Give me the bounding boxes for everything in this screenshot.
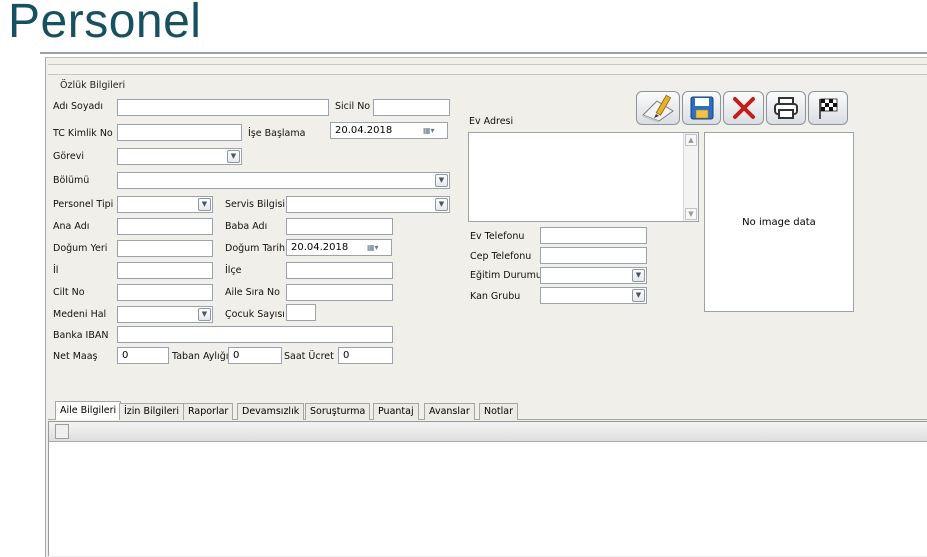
gorevi-select[interactable]: ▼ [117, 148, 242, 165]
taban-ayligi-input[interactable]: 0 [228, 347, 282, 364]
dogum-tarihi-value: 20.04.2018 [291, 242, 349, 253]
medeni-hal-label: Medeni Hal [53, 309, 107, 320]
cep-telefonu-input[interactable] [540, 247, 647, 264]
page-title: Personel [8, 0, 202, 48]
grid-header [49, 422, 927, 442]
tc-kimlik-no-label: TC Kimlik No [53, 128, 113, 139]
il-input[interactable] [117, 262, 213, 279]
il-label: İl [53, 265, 59, 276]
calendar-dropdown-icon[interactable]: ▦▾ [367, 242, 389, 254]
scroll-up-icon[interactable]: ▲ [685, 134, 697, 146]
scroll-down-icon[interactable]: ▼ [685, 208, 697, 220]
banka-iban-label: Banka IBAN [53, 330, 109, 341]
cocuk-sayisi-label: Çocuk Sayısı [225, 309, 285, 320]
vertical-scrollbar[interactable]: ▲ ▼ [683, 133, 698, 221]
tab-devamsizlik[interactable]: Devamsızlık [237, 403, 305, 420]
ise-baslama-date-input[interactable]: 20.04.2018 ▦▾ [330, 122, 448, 139]
ev-adresi-label: Ev Adresi [469, 116, 514, 127]
finish-button[interactable] [808, 91, 848, 125]
baba-adi-input[interactable] [286, 218, 393, 235]
dogum-tarihi-date-input[interactable]: 20.04.2018 ▦▾ [286, 239, 392, 256]
ev-telefonu-input[interactable] [540, 227, 647, 244]
gorevi-label: Görevi [53, 151, 84, 162]
egitim-durumu-select[interactable]: ▼ [540, 267, 647, 284]
bolumu-label: Bölümü [53, 175, 90, 186]
ev-adresi-textarea[interactable]: ▲ ▼ [468, 132, 699, 222]
delete-icon [732, 97, 755, 119]
chevron-down-icon[interactable]: ▼ [632, 269, 645, 282]
edit-button[interactable] [636, 91, 680, 125]
calendar-dropdown-icon[interactable]: ▦▾ [423, 125, 445, 137]
kan-grubu-label: Kan Grubu [470, 291, 521, 302]
no-image-text: No image data [742, 216, 816, 228]
ilce-label: İlçe [225, 265, 242, 276]
print-icon [774, 97, 798, 119]
finish-flag-icon [819, 98, 838, 119]
tab-raporlar[interactable]: Raporlar [183, 403, 234, 420]
tab-aile-bilgileri[interactable]: Aile Bilgileri [55, 401, 122, 420]
ana-adi-label: Ana Adı [53, 221, 90, 232]
delete-button[interactable] [723, 91, 764, 125]
section-label: Özlük Bilgileri [60, 80, 126, 91]
tab-avanslar[interactable]: Avanslar [424, 403, 475, 420]
dogum-tarihi-label: Doğum Tarihi [225, 243, 288, 254]
saat-ucret-label: Saat Ücret [284, 351, 334, 362]
servis-bilgisi-select[interactable]: ▼ [286, 196, 450, 213]
chevron-down-icon[interactable]: ▼ [198, 308, 211, 321]
cilt-no-label: Cilt No [53, 287, 85, 298]
saat-ucret-input[interactable]: 0 [338, 347, 393, 364]
cilt-no-input[interactable] [117, 284, 213, 301]
sicil-no-input[interactable] [373, 99, 450, 116]
banka-iban-input[interactable] [117, 326, 393, 343]
egitim-durumu-label: Eğitim Durumu [470, 270, 542, 281]
personel-tipi-select[interactable]: ▼ [117, 196, 213, 213]
bolumu-select[interactable]: ▼ [117, 172, 450, 189]
dogum-yeri-input[interactable] [117, 240, 213, 257]
tab-puantaj[interactable]: Puantaj [373, 403, 419, 420]
net-maas-input[interactable]: 0 [117, 347, 169, 364]
chevron-down-icon[interactable]: ▼ [198, 198, 211, 211]
baba-adi-label: Baba Adı [225, 221, 268, 232]
title-divider [40, 52, 927, 54]
ana-adi-input[interactable] [117, 218, 213, 235]
ilce-input[interactable] [286, 262, 393, 279]
photo-box[interactable]: No image data [704, 132, 854, 312]
cocuk-sayisi-input[interactable] [286, 304, 316, 321]
chevron-down-icon[interactable]: ▼ [435, 174, 448, 187]
taban-ayligi-label: Taban Aylığı [172, 351, 229, 362]
sicil-no-label: Sicil No [335, 101, 371, 112]
kan-grubu-select[interactable]: ▼ [540, 287, 647, 304]
chevron-down-icon[interactable]: ▼ [435, 198, 448, 211]
aile-sira-no-input[interactable] [286, 284, 393, 301]
chevron-down-icon[interactable]: ▼ [632, 289, 645, 302]
ise-baslama-value: 20.04.2018 [335, 125, 393, 136]
grid-row-indicator[interactable] [55, 424, 69, 439]
top-strip [48, 64, 927, 75]
save-icon [690, 96, 713, 120]
aile-sira-no-label: Aile Sıra No [225, 287, 280, 298]
adi-soyadi-input[interactable] [117, 99, 329, 116]
dogum-yeri-label: Doğum Yeri [53, 243, 108, 254]
aile-bilgileri-grid[interactable] [48, 421, 927, 556]
ise-baslama-label: İşe Başlama [248, 128, 306, 139]
adi-soyadi-label: Adı Soyadı [53, 101, 103, 112]
personel-tipi-label: Personel Tipi [53, 199, 114, 210]
tab-izin-bilgileri[interactable]: İzin Bilgileri [119, 403, 184, 420]
tab-notlar[interactable]: Notlar [479, 403, 519, 420]
net-maas-label: Net Maaş [53, 351, 98, 362]
tab-sorusturma[interactable]: Soruşturma [305, 403, 371, 420]
tc-kimlik-no-input[interactable] [117, 124, 242, 141]
chevron-down-icon[interactable]: ▼ [227, 150, 240, 163]
save-button[interactable] [682, 91, 721, 125]
cep-telefonu-label: Cep Telefonu [470, 251, 532, 262]
servis-bilgisi-label: Servis Bilgisi [225, 199, 286, 210]
medeni-hal-select[interactable]: ▼ [117, 306, 213, 323]
edit-icon [642, 94, 674, 123]
print-button[interactable] [766, 91, 806, 125]
ev-telefonu-label: Ev Telefonu [470, 231, 525, 242]
